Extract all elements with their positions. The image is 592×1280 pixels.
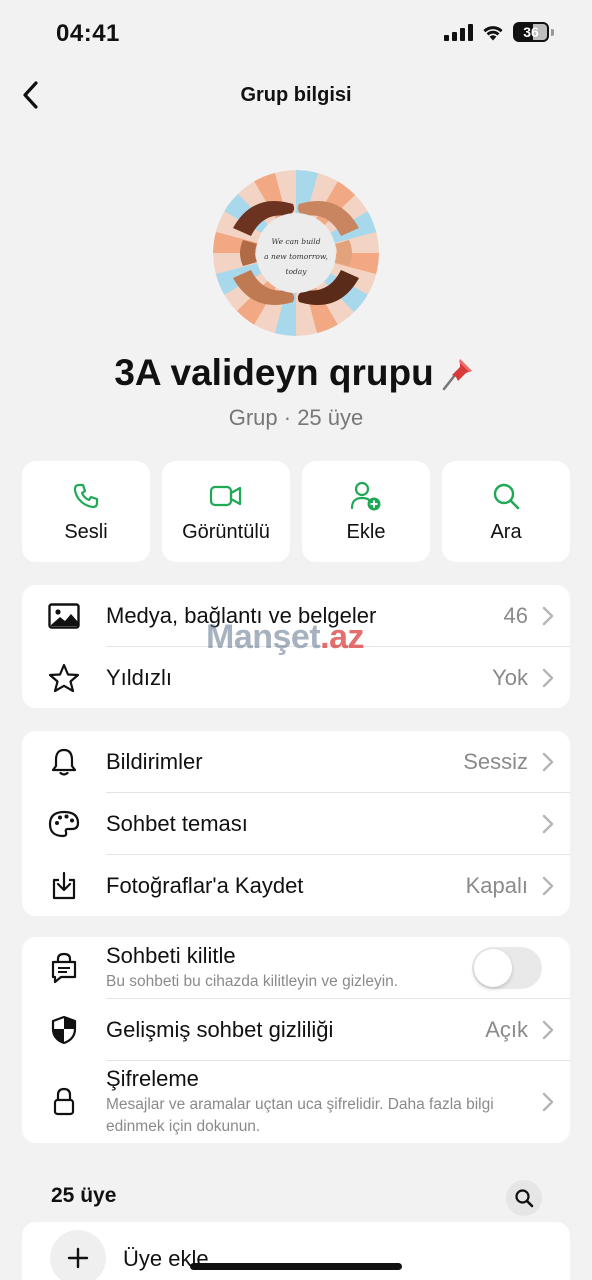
lock-chat-row[interactable]: Sohbeti kilitle Bu sohbeti bu cihazda ki…: [22, 937, 570, 998]
search-icon: [493, 483, 520, 510]
group-subtitle: Grup · 25 üye: [228, 405, 364, 430]
advanced-privacy-value: Açık: [485, 1016, 528, 1042]
lock-chat-description: Bu sohbeti bu cihazda kilitleyin ve gizl…: [106, 972, 399, 990]
avatar-text-3: today: [285, 267, 307, 276]
chevron-right-icon: [542, 876, 554, 895]
lock-icon: [53, 1087, 75, 1116]
voice-call-button[interactable]: Sesli: [22, 461, 150, 562]
lock-chat-icon: [51, 952, 77, 983]
pushpin-icon: [442, 359, 472, 391]
advanced-privacy-label: Gelişmiş sohbet gizliliği: [106, 1016, 334, 1042]
chat-theme-row[interactable]: Sohbet teması: [22, 793, 570, 854]
add-person-icon: [350, 481, 381, 511]
battery-icon: 36: [513, 22, 549, 42]
starred-label: Yıldızlı: [106, 664, 173, 690]
status-icons: 36: [444, 22, 554, 42]
save-to-photos-label: Fotoğraflar'a Kaydet: [106, 872, 304, 898]
watermark-text: Manşet: [206, 618, 321, 656]
group-name-text: 3A valideyn qrupu: [114, 352, 434, 393]
add-member-button[interactable]: Ekle: [302, 461, 430, 562]
chevron-right-icon: [542, 814, 554, 833]
image-icon: [48, 602, 80, 629]
shield-icon: [51, 1015, 77, 1044]
group-avatar[interactable]: We can build a new tomorrow, today: [213, 170, 379, 336]
status-bar: 04:41 36: [0, 0, 592, 70]
download-icon: [52, 871, 76, 899]
chevron-right-icon: [542, 606, 554, 625]
media-count: 46: [503, 602, 528, 628]
watermark-domain: .az: [320, 618, 364, 656]
plus-icon: [67, 1247, 89, 1269]
notifications-value: Sessiz: [463, 748, 528, 774]
quick-actions: Sesli Görüntülü Ekle Ara: [22, 461, 570, 562]
signal-icon: [444, 23, 473, 41]
palette-icon: [48, 810, 80, 837]
members-search-button[interactable]: [506, 1180, 542, 1216]
notifications-label: Bildirimler: [106, 748, 203, 774]
chevron-right-icon: [542, 752, 554, 771]
status-time: 04:41: [56, 20, 120, 47]
encryption-row[interactable]: Şifreleme Mesajlar ve aramalar uçtan uca…: [22, 1061, 570, 1143]
notifications-row[interactable]: Bildirimler Sessiz: [22, 731, 570, 792]
chevron-right-icon: [542, 668, 554, 687]
star-icon: [48, 663, 80, 692]
search-icon: [515, 1189, 534, 1208]
save-to-photos-row[interactable]: Fotoğraflar'a Kaydet Kapalı: [22, 855, 570, 916]
privacy-card: Sohbeti kilitle Bu sohbeti bu cihazda ki…: [22, 937, 570, 1143]
avatar-text-1: We can build: [271, 237, 320, 246]
bell-icon: [51, 748, 77, 776]
add-member-label: Ekle: [346, 521, 386, 543]
advanced-privacy-row[interactable]: Gelişmiş sohbet gizliliği Açık: [22, 999, 570, 1060]
video-icon: [209, 485, 242, 507]
chat-theme-label: Sohbet teması: [106, 810, 248, 836]
chevron-right-icon: [542, 1092, 554, 1112]
group-name[interactable]: 3A valideyn qrupu: [0, 352, 592, 394]
search-chat-label: Ara: [490, 521, 522, 543]
save-to-photos-value: Kapalı: [465, 872, 528, 898]
battery-level: 36: [523, 24, 539, 40]
starred-value: Yok: [492, 664, 528, 690]
voice-call-label: Sesli: [64, 521, 108, 543]
page-title: Grup bilgisi: [240, 84, 352, 106]
lock-chat-label: Sohbeti kilitle: [106, 942, 236, 968]
lock-chat-toggle[interactable]: [472, 946, 542, 989]
phone-icon: [73, 483, 99, 509]
encryption-description: Mesajlar ve aramalar uçtan uca şifrelidi…: [106, 1096, 494, 1135]
wifi-icon: [483, 26, 503, 41]
watermark: Manşet.az: [206, 618, 364, 657]
avatar-text-2: a new tomorrow,: [264, 252, 328, 261]
settings-card: Bildirimler Sessiz Sohbet teması Fotoğra…: [22, 731, 570, 916]
add-member-circle: [50, 1230, 106, 1280]
home-indicator: [190, 1263, 402, 1270]
add-member-row[interactable]: Üye ekle: [22, 1222, 570, 1280]
chevron-right-icon: [542, 1020, 554, 1039]
video-call-button[interactable]: Görüntülü: [162, 461, 290, 562]
search-chat-button[interactable]: Ara: [442, 461, 570, 562]
encryption-label: Şifreleme: [106, 1066, 199, 1091]
nav-bar: Grup bilgisi: [0, 70, 592, 122]
members-count-header: 25 üye: [51, 1184, 117, 1207]
video-call-label: Görüntülü: [182, 521, 270, 543]
